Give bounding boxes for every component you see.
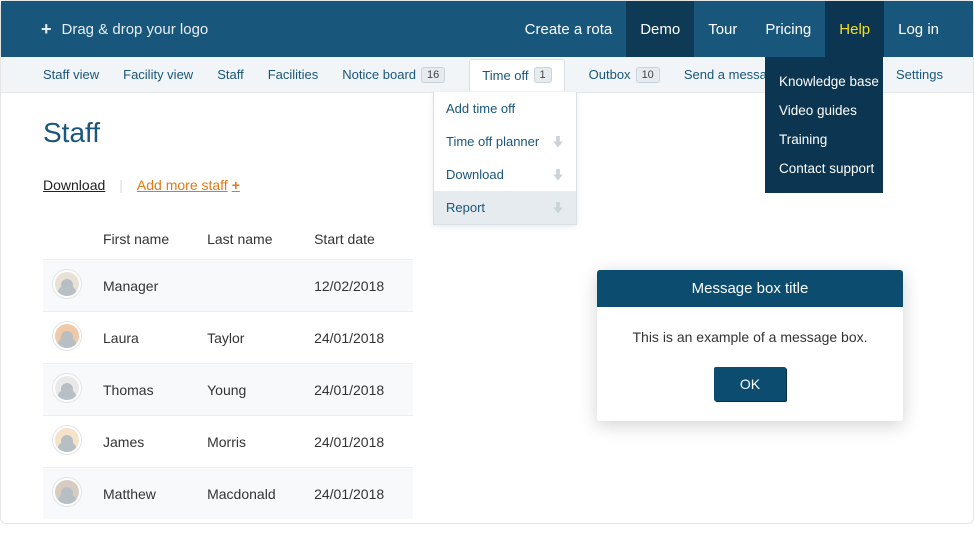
help-contact-support[interactable]: Contact support [765, 154, 883, 183]
plus-icon: + [232, 177, 240, 193]
avatar-cell [43, 416, 93, 468]
subnav-staff[interactable]: Staff [217, 67, 244, 82]
nav-demo[interactable]: Demo [626, 1, 694, 57]
avatar [53, 478, 81, 506]
cell-start-date: 24/01/2018 [304, 468, 413, 520]
nav-login[interactable]: Log in [884, 1, 953, 57]
subnav-facilities[interactable]: Facilities [268, 67, 319, 82]
table-row[interactable]: LauraTaylor24/01/2018 [43, 312, 413, 364]
cell-first-name: James [93, 416, 197, 468]
download-link[interactable]: Download [43, 177, 105, 193]
download-arrow-icon [552, 136, 564, 148]
avatar-cell [43, 260, 93, 312]
logo-drop-text: Drag & drop your logo [62, 21, 209, 38]
cell-first-name: Manager [93, 260, 197, 312]
plus-icon: + [41, 19, 52, 40]
add-more-staff-link[interactable]: Add more staff + [137, 177, 240, 193]
top-nav: + Drag & drop your logo Create a rota De… [1, 1, 973, 57]
subnav-notice-board[interactable]: Notice board 16 [342, 67, 445, 83]
avatar-cell [43, 312, 93, 364]
download-arrow-icon [552, 169, 564, 181]
staff-table: First name Last name Start date Manager 1… [43, 223, 413, 519]
timeoff-report[interactable]: Report [434, 191, 576, 224]
time-off-dropdown: Add time off Time off planner Download R… [433, 92, 577, 225]
cell-first-name: Thomas [93, 364, 197, 416]
avatar [53, 426, 81, 454]
cell-last-name: Morris [197, 416, 304, 468]
message-box-footer: OK [597, 355, 903, 421]
nav-pricing[interactable]: Pricing [751, 1, 825, 57]
col-last-name: Last name [197, 223, 304, 260]
cell-first-name: Matthew [93, 468, 197, 520]
subnav-staff-view[interactable]: Staff view [43, 67, 99, 82]
message-box-title: Message box title [597, 270, 903, 307]
avatar [53, 374, 81, 402]
top-nav-right: Create a rota Demo Tour Pricing Help Log… [511, 1, 953, 57]
col-avatar [43, 223, 93, 260]
subnav-time-off[interactable]: Time off 1 [469, 59, 564, 91]
help-dropdown: Knowledge base Video guides Training Con… [765, 57, 883, 193]
outbox-badge: 10 [636, 67, 660, 83]
ok-button[interactable]: OK [714, 367, 786, 401]
cell-start-date: 24/01/2018 [304, 312, 413, 364]
timeoff-add[interactable]: Add time off [434, 92, 576, 125]
table-row[interactable]: JamesMorris24/01/2018 [43, 416, 413, 468]
cell-start-date: 24/01/2018 [304, 364, 413, 416]
help-knowledge-base[interactable]: Knowledge base [765, 67, 883, 96]
help-training[interactable]: Training [765, 125, 883, 154]
download-arrow-icon [552, 202, 564, 214]
table-row[interactable]: Manager 12/02/2018 [43, 260, 413, 312]
subnav-outbox[interactable]: Outbox 10 [589, 67, 660, 83]
cell-start-date: 24/01/2018 [304, 416, 413, 468]
col-start-date: Start date [304, 223, 413, 260]
subnav-settings[interactable]: Settings [896, 67, 943, 82]
timeoff-download[interactable]: Download [434, 158, 576, 191]
cell-last-name: Young [197, 364, 304, 416]
divider: | [119, 177, 123, 193]
time-off-badge: 1 [534, 67, 552, 83]
timeoff-planner[interactable]: Time off planner [434, 125, 576, 158]
nav-help[interactable]: Help [825, 1, 884, 57]
help-video-guides[interactable]: Video guides [765, 96, 883, 125]
cell-last-name: Macdonald [197, 468, 304, 520]
col-first-name: First name [93, 223, 197, 260]
avatar [53, 270, 81, 298]
avatar-cell [43, 364, 93, 416]
message-box-body: This is an example of a message box. [597, 307, 903, 355]
nav-tour[interactable]: Tour [694, 1, 751, 57]
subnav-facility-view[interactable]: Facility view [123, 67, 193, 82]
logo-dropzone[interactable]: + Drag & drop your logo [41, 19, 208, 40]
cell-start-date: 12/02/2018 [304, 260, 413, 312]
avatar-cell [43, 468, 93, 520]
subnav-right: Settings [896, 67, 943, 82]
notice-board-badge: 16 [421, 67, 445, 83]
table-row[interactable]: MatthewMacdonald24/01/2018 [43, 468, 413, 520]
cell-last-name: Taylor [197, 312, 304, 364]
table-row[interactable]: ThomasYoung24/01/2018 [43, 364, 413, 416]
avatar [53, 322, 81, 350]
nav-create-rota[interactable]: Create a rota [511, 1, 627, 57]
cell-last-name [197, 260, 304, 312]
cell-first-name: Laura [93, 312, 197, 364]
message-box: Message box title This is an example of … [597, 270, 903, 421]
